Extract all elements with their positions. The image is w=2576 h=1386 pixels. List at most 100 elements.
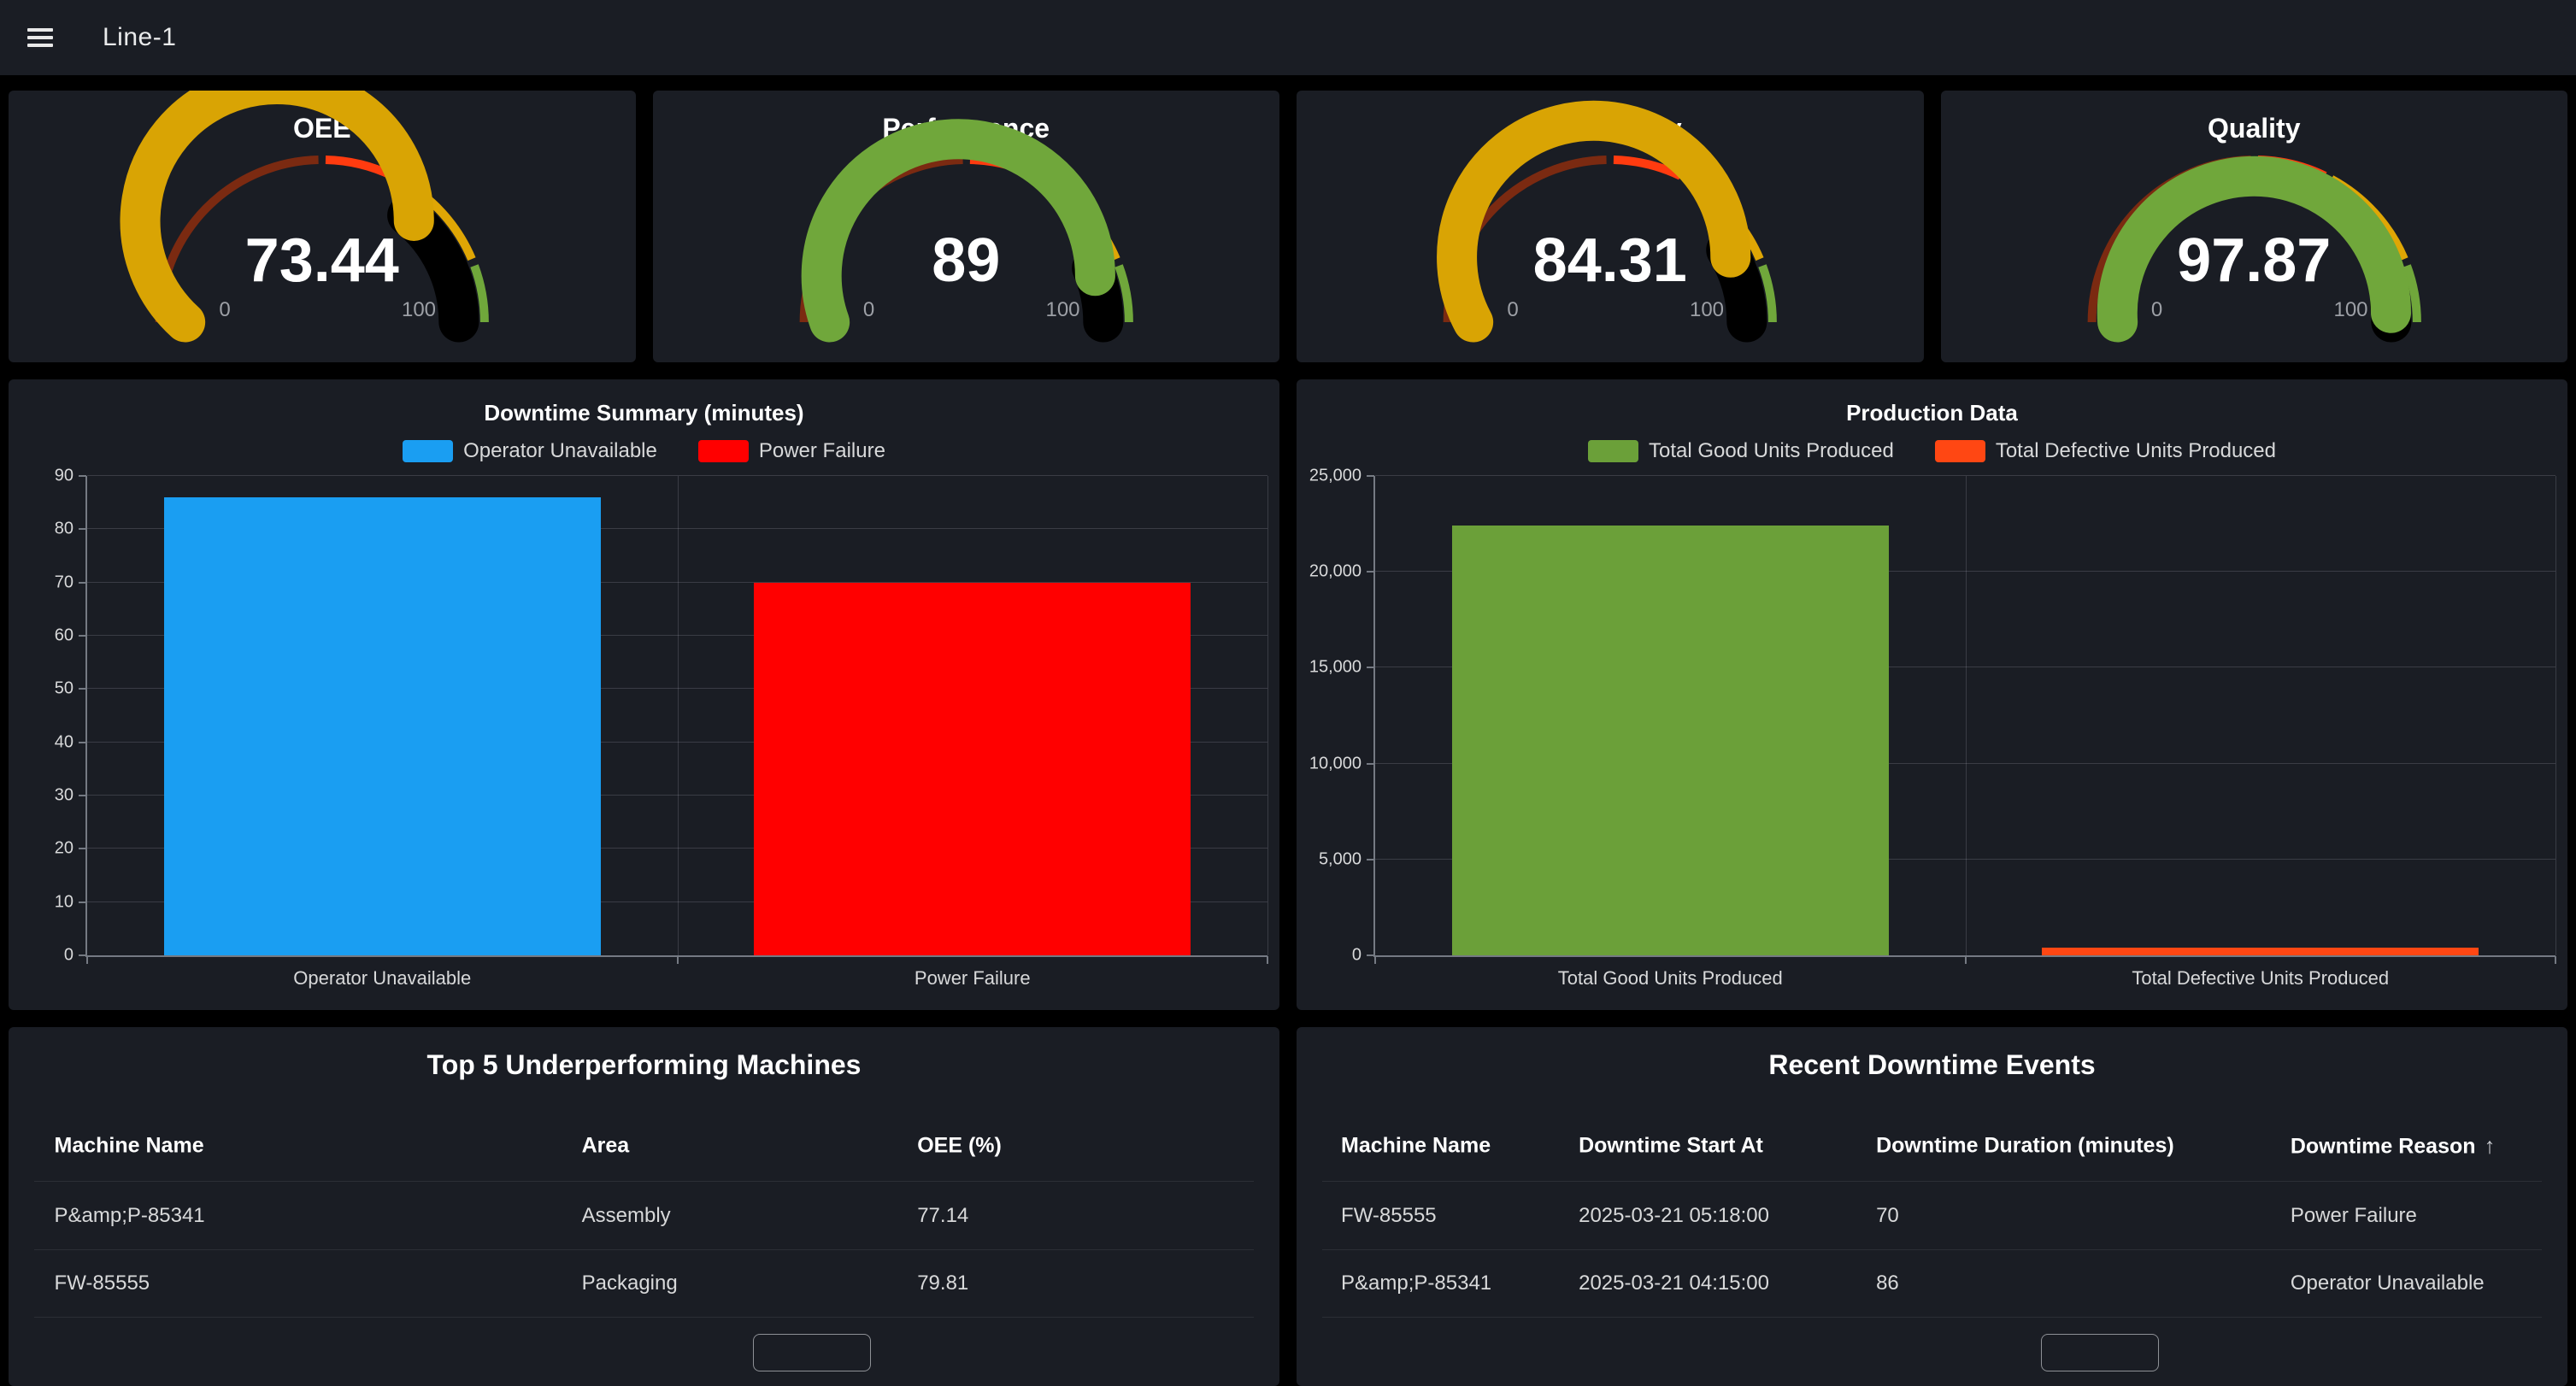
legend-item[interactable]: Power Failure <box>698 439 885 463</box>
table-cell: 79.81 <box>917 1271 968 1295</box>
legend-swatch <box>1935 440 1985 462</box>
legend-label: Total Defective Units Produced <box>1996 439 2276 463</box>
y-axis-tick-label: 15,000 <box>1309 658 1362 678</box>
row-divider <box>34 1317 1254 1318</box>
gauge-min-label: 0 <box>2106 298 2208 322</box>
row-divider <box>34 1181 1254 1182</box>
x-category-label: Total Good Units Produced <box>1375 967 1966 990</box>
legend-swatch <box>403 440 453 462</box>
x-axis-line <box>1373 955 2555 957</box>
panel-oee-gauge: OEE 73.44 0 100 <box>9 91 636 362</box>
column-header[interactable]: Downtime Reason↑ <box>2291 1133 2496 1160</box>
column-header[interactable]: Downtime Start At <box>1579 1134 1763 1159</box>
legend-swatch <box>1588 440 1638 462</box>
y-axis-tick-label: 25,000 <box>1309 467 1362 486</box>
x-axis-tick <box>677 956 679 964</box>
table-cell: 2025-03-21 05:18:00 <box>1579 1204 1769 1228</box>
legend-item[interactable]: Operator Unavailable <box>403 439 657 463</box>
panel-availability-gauge: Availability 84.31 0 100 <box>1297 91 1924 362</box>
gauge-min-label: 0 <box>173 298 276 322</box>
panel-title: Top 5 Underperforming Machines <box>9 1049 1279 1081</box>
column-header[interactable]: OEE (%) <box>917 1134 1002 1159</box>
table-cell: 77.14 <box>917 1204 968 1228</box>
gauge-value: 73.44 <box>9 226 636 296</box>
sort-ascending-icon: ↑ <box>2485 1133 2496 1159</box>
table-cell: FW-85555 <box>1341 1204 1437 1228</box>
y-axis-tick-label: 10,000 <box>1309 754 1362 773</box>
chart-plot-area: 05,00010,00015,00020,00025,000Total Good… <box>1375 476 2555 955</box>
top-navigation-bar: Line-1 <box>0 0 2576 75</box>
table-row-section: Top 5 Underperforming Machines Machine N… <box>9 1027 2567 1386</box>
y-axis-tick-label: 30 <box>55 786 74 806</box>
table-cell: P&amp;P-85341 <box>1341 1271 1491 1295</box>
y-axis-line <box>1373 476 1375 955</box>
category-boundary-line <box>2555 476 2556 955</box>
column-header[interactable]: Downtime Duration (minutes) <box>1876 1134 2174 1159</box>
x-category-label: Total Defective Units Produced <box>1966 967 2556 990</box>
chart-plot-area: 0102030405060708090Operator UnavailableP… <box>87 476 1267 955</box>
bar-total-good-units-produced[interactable] <box>1452 526 1889 955</box>
x-category-label: Operator Unavailable <box>87 967 678 990</box>
row-divider <box>1322 1181 2542 1182</box>
legend-swatch <box>698 440 749 462</box>
chart-legend: Total Good Units Produced Total Defective… <box>1297 439 2567 463</box>
table-cell: Packaging <box>582 1271 678 1295</box>
gauge-min-label: 0 <box>1461 298 1564 322</box>
y-axis-tick-label: 0 <box>1352 946 1362 966</box>
category-boundary-line <box>678 476 679 955</box>
dashboard-title: Line-1 <box>103 23 176 52</box>
table-cell: 86 <box>1876 1271 1899 1295</box>
row-divider <box>1322 1249 2542 1250</box>
y-axis-tick-label: 20 <box>55 839 74 859</box>
panel-performance-gauge: Performance 89 0 100 <box>653 91 1280 362</box>
bar-power-failure[interactable] <box>754 583 1191 955</box>
y-axis-tick-label: 60 <box>55 626 74 646</box>
row-divider <box>34 1249 1254 1250</box>
bar-total-defective-units-produced[interactable] <box>2042 948 2479 955</box>
chart-legend: Operator Unavailable Power Failure <box>9 439 1279 463</box>
gauge-value: 97.87 <box>1941 226 2568 296</box>
legend-label: Total Good Units Produced <box>1649 439 1894 463</box>
x-axis-tick <box>1374 956 1376 964</box>
gauge-max-label: 100 <box>1012 298 1115 322</box>
table-cell: P&amp;P-85341 <box>55 1204 205 1228</box>
y-axis-tick-label: 5,000 <box>1319 849 1362 869</box>
category-boundary-line <box>1267 476 1268 955</box>
table-cell: Power Failure <box>2291 1204 2417 1228</box>
x-axis-tick <box>86 956 88 964</box>
panel-recent-downtime-events: Recent Downtime Events Machine Name Downt… <box>1297 1027 2567 1386</box>
gauge-min-label: 0 <box>818 298 920 322</box>
column-header[interactable]: Area <box>582 1134 630 1159</box>
x-axis-tick <box>1267 956 1268 964</box>
y-axis-tick-label: 20,000 <box>1309 562 1362 582</box>
legend-item[interactable]: Total Defective Units Produced <box>1935 439 2276 463</box>
column-header[interactable]: Machine Name <box>1341 1134 1491 1159</box>
gauge-max-label: 100 <box>368 298 470 322</box>
panel-quality-gauge: Quality 97.87 0 100 <box>1941 91 2568 362</box>
panel-downtime-summary-chart: Downtime Summary (minutes) Operator Unav… <box>9 379 1279 1010</box>
table-cell: Operator Unavailable <box>2291 1271 2485 1295</box>
legend-item[interactable]: Total Good Units Produced <box>1588 439 1894 463</box>
pagination-button[interactable] <box>2041 1334 2159 1371</box>
row-divider <box>1322 1317 2542 1318</box>
gauge-max-label: 100 <box>2300 298 2403 322</box>
column-header[interactable]: Machine Name <box>55 1134 204 1159</box>
y-axis-tick-label: 90 <box>55 467 74 486</box>
gauge-value: 89 <box>653 226 1280 296</box>
menu-icon[interactable] <box>27 28 53 47</box>
gauge-max-label: 100 <box>1656 298 1758 322</box>
bar-operator-unavailable[interactable] <box>164 497 601 955</box>
y-axis-line <box>85 476 87 955</box>
y-axis-tick-label: 40 <box>55 732 74 752</box>
panel-title: Recent Downtime Events <box>1297 1049 2567 1081</box>
y-axis-tick-label: 80 <box>55 520 74 539</box>
x-category-label: Power Failure <box>678 967 1268 990</box>
y-axis-tick-label: 10 <box>55 892 74 912</box>
gauge-row: OEE 73.44 0 100 Performance 89 0 100 Ava… <box>9 91 2567 362</box>
pagination-button[interactable] <box>753 1334 871 1371</box>
table-cell: 70 <box>1876 1204 1899 1228</box>
panel-production-data-chart: Production Data Total Good Units Produce… <box>1297 379 2567 1010</box>
y-axis-tick-label: 50 <box>55 679 74 699</box>
x-axis-tick <box>1965 956 1967 964</box>
panel-title: Downtime Summary (minutes) <box>9 400 1279 426</box>
